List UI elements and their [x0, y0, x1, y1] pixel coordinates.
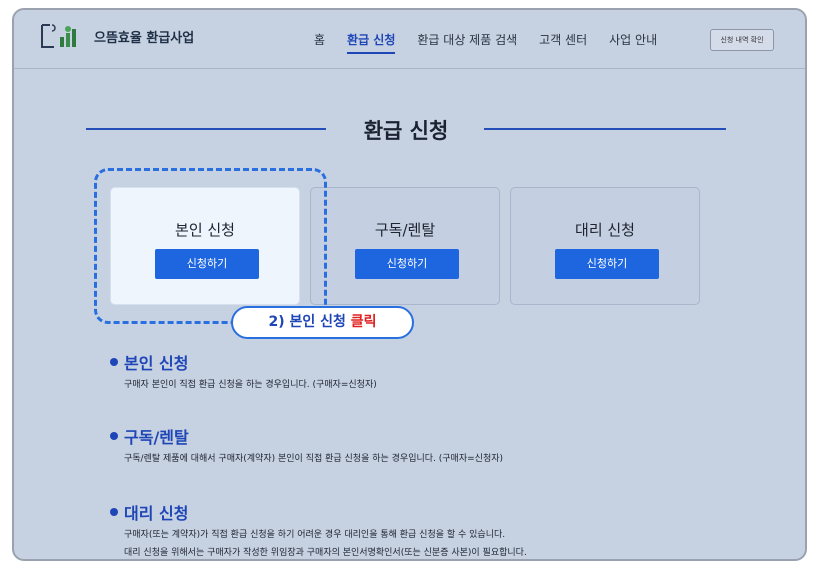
logo-icon: [40, 21, 88, 51]
page-title: 환급 신청: [363, 119, 449, 143]
bullet-icon: [110, 358, 118, 366]
rental-apply-button[interactable]: 신청하기: [355, 249, 459, 279]
section-proxy-apply: 대리 신청 구매자(또는 계약자)가 직접 환급 신청을 하기 어려운 경우 대…: [110, 500, 527, 559]
callout-text: 2) 본인 신청: [268, 314, 351, 330]
check-history-button[interactable]: 신청 내역 확인: [710, 29, 774, 51]
description-line: 구매자(또는 계약자)가 직접 환급 신청을 하기 어려운 경우 대리인을 통해…: [124, 530, 506, 540]
page-title-block: 환급 신청: [86, 114, 726, 144]
browser-frame: 으뜸효율 환급사업 홈 환급 신청 환급 대상 제품 검색 고객 센터 사업 안…: [12, 8, 807, 561]
card-title: 구독/렌탈: [374, 221, 436, 239]
nav-business-info[interactable]: 사업 안내: [609, 31, 657, 54]
nav-refund-apply[interactable]: 환급 신청: [347, 31, 396, 54]
section-title: 대리 신청: [124, 504, 189, 523]
card-subscription-rental: 구독/렌탈 신청하기: [310, 187, 500, 305]
section-description: 구독/렌탈 제품에 대해서 구매자(계약자) 본인이 직접 환급 신청을 하는 …: [124, 450, 503, 468]
highlight-dashed-box: [94, 168, 327, 324]
section-title: 본인 신청: [124, 354, 189, 373]
callout-action: 클릭: [350, 314, 377, 330]
bullet-icon: [110, 508, 118, 516]
nav-product-search[interactable]: 환급 대상 제품 검색: [417, 31, 517, 54]
bullet-icon: [110, 432, 118, 440]
section-self-apply: 본인 신청 구매자 본인이 직접 환급 신청을 하는 경우입니다. (구매자=신…: [110, 350, 377, 394]
site-logo[interactable]: 으뜸효율 환급사업: [40, 21, 194, 51]
card-title: 대리 신청: [575, 221, 635, 239]
nav-customer-center[interactable]: 고객 센터: [539, 31, 587, 54]
section-subscription-rental: 구독/렌탈 구독/렌탈 제품에 대해서 구매자(계약자) 본인이 직접 환급 신…: [110, 424, 503, 468]
section-description: 구매자 본인이 직접 환급 신청을 하는 경우입니다. (구매자=신청자): [124, 376, 377, 394]
proxy-apply-button[interactable]: 신청하기: [555, 249, 659, 279]
instruction-callout: 2) 본인 신청 클릭: [231, 306, 414, 339]
description-line: 구매자 본인이 직접 환급 신청을 하는 경우입니다. (구매자=신청자): [124, 380, 377, 390]
section-title: 구독/렌탈: [124, 428, 189, 447]
description-line: 구독/렌탈 제품에 대해서 구매자(계약자) 본인이 직접 환급 신청을 하는 …: [124, 454, 504, 464]
main-nav: 홈 환급 신청 환급 대상 제품 검색 고객 센터 사업 안내: [314, 31, 679, 54]
description-line: 대리 신청을 위해서는 구매자가 작성한 위임장과 구매자의 본인서명확인서(또…: [124, 548, 527, 558]
nav-home[interactable]: 홈: [314, 31, 325, 54]
site-header: 으뜸효율 환급사업 홈 환급 신청 환급 대상 제품 검색 고객 센터 사업 안…: [14, 10, 805, 69]
section-description: 구매자(또는 계약자)가 직접 환급 신청을 하기 어려운 경우 대리인을 통해…: [124, 526, 527, 559]
card-proxy-apply: 대리 신청 신청하기: [510, 187, 700, 305]
logo-text: 으뜸효율 환급사업: [94, 30, 195, 46]
